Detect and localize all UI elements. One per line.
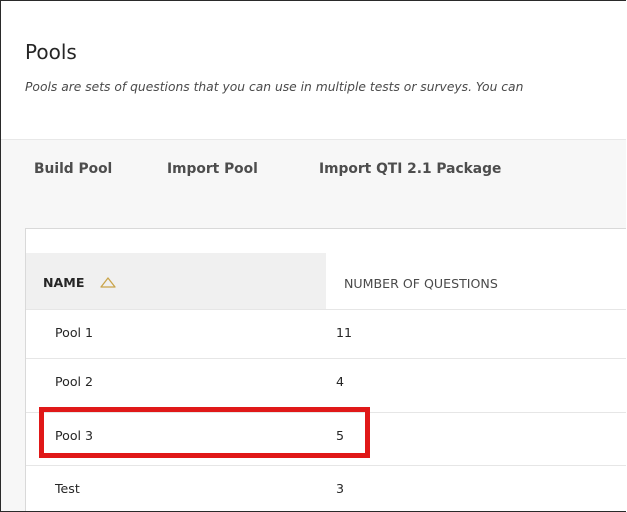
sort-ascending-icon[interactable] (99, 275, 117, 289)
pool-name[interactable]: Pool 2 (55, 374, 93, 390)
page-description: Pools are sets of questions that you can… (25, 80, 524, 94)
pool-name[interactable]: Test (55, 481, 80, 497)
table-row[interactable]: Test 3 (26, 465, 626, 511)
column-header-number-of-questions[interactable]: NUMBER OF QUESTIONS (344, 276, 498, 292)
question-count: 5 (336, 428, 345, 443)
import-qti-package-button[interactable]: Import QTI 2.1 Package (319, 160, 501, 178)
pools-table: NAME NUMBER OF QUESTIONS Pool 1 11 Pool … (25, 228, 626, 511)
table-row[interactable]: Pool 1 11 (26, 309, 626, 358)
page-header: Pools Pools are sets of questions that y… (1, 1, 626, 139)
question-count: 11 (336, 325, 353, 340)
build-pool-button[interactable]: Build Pool (34, 160, 112, 178)
question-count: 4 (336, 374, 345, 389)
page-title: Pools (25, 40, 77, 64)
pools-page: Pools Pools are sets of questions that y… (0, 0, 626, 512)
table-row[interactable]: Pool 2 4 (26, 358, 626, 407)
pool-name[interactable]: Pool 1 (55, 325, 93, 341)
pool-name[interactable]: Pool 3 (55, 428, 93, 444)
column-header-name-label[interactable]: NAME (43, 275, 84, 291)
column-header-name[interactable]: NAME (26, 253, 326, 309)
action-bar: Build Pool Import Pool Import QTI 2.1 Pa… (1, 139, 626, 200)
import-pool-button[interactable]: Import Pool (167, 160, 258, 178)
table-row[interactable]: Pool 3 5 (26, 412, 626, 461)
question-count: 3 (336, 481, 345, 496)
